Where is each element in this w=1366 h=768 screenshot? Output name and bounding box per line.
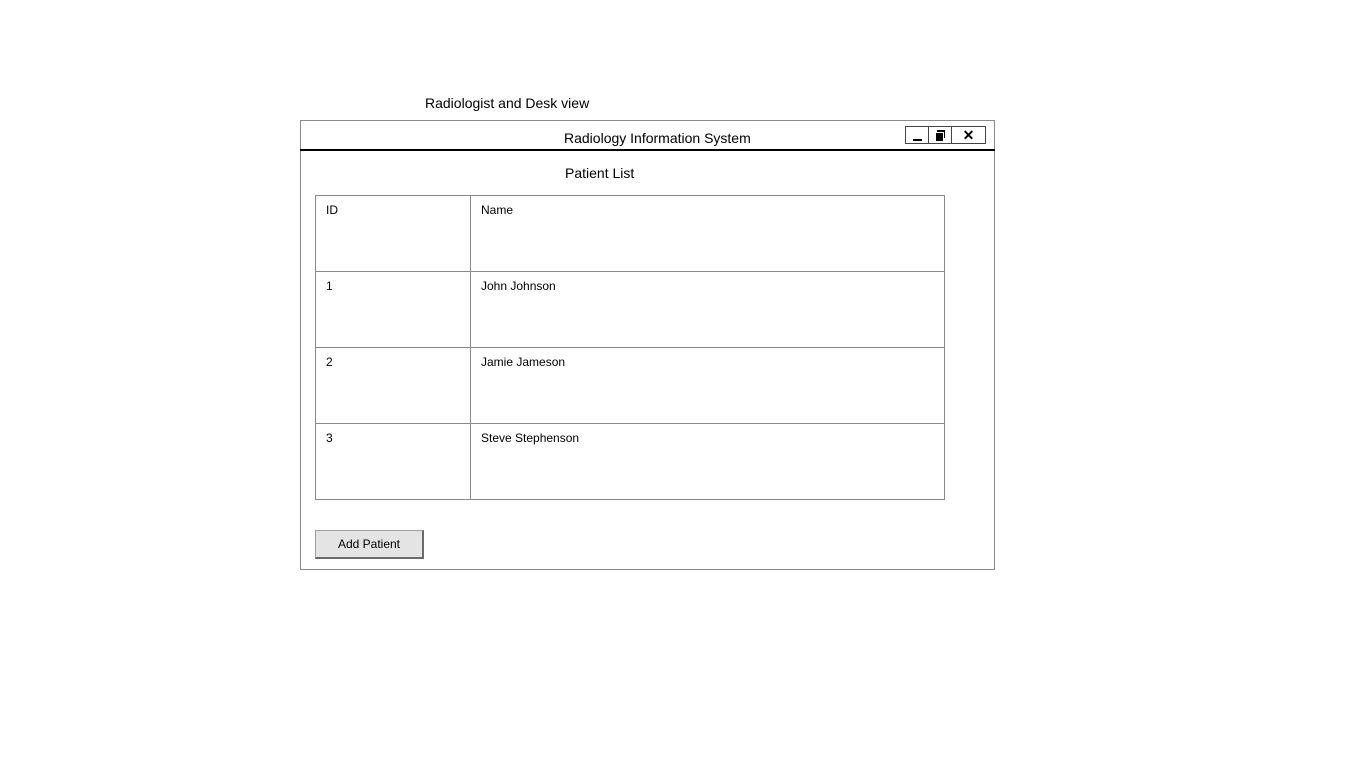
app-window: Radiology Information System ✕ Patient L…	[300, 120, 995, 570]
close-button[interactable]: ✕	[951, 126, 986, 144]
close-icon: ✕	[962, 127, 975, 143]
table-row[interactable]: 1 John Johnson	[315, 271, 945, 348]
patient-name-cell: Jamie Jameson	[470, 347, 945, 424]
table-row[interactable]: 2 Jamie Jameson	[315, 347, 945, 424]
window-titlebar: Radiology Information System ✕	[300, 121, 995, 151]
patient-id-cell: 2	[315, 347, 471, 424]
minimize-button[interactable]	[905, 126, 929, 144]
restore-icon	[935, 129, 945, 142]
patient-id-cell: 1	[315, 271, 471, 348]
patient-id-cell: 3	[315, 423, 471, 500]
column-header-name: Name	[470, 195, 945, 272]
window-controls: ✕	[905, 126, 986, 144]
patient-name-cell: Steve Stephenson	[470, 423, 945, 500]
table-row[interactable]: 3 Steve Stephenson	[315, 423, 945, 500]
patient-name-cell: John Johnson	[470, 271, 945, 348]
column-header-id: ID	[315, 195, 471, 272]
table-header-row: ID Name	[315, 195, 945, 272]
add-patient-button[interactable]: Add Patient	[315, 530, 424, 559]
patient-table: ID Name 1 John Johnson 2 Jamie Jameson 3…	[315, 195, 945, 500]
patient-list-title: Patient List	[565, 165, 635, 181]
restore-button[interactable]	[928, 126, 952, 144]
minimize-icon	[913, 139, 922, 141]
window-title: Radiology Information System	[564, 130, 751, 146]
view-caption: Radiologist and Desk view	[425, 95, 590, 111]
